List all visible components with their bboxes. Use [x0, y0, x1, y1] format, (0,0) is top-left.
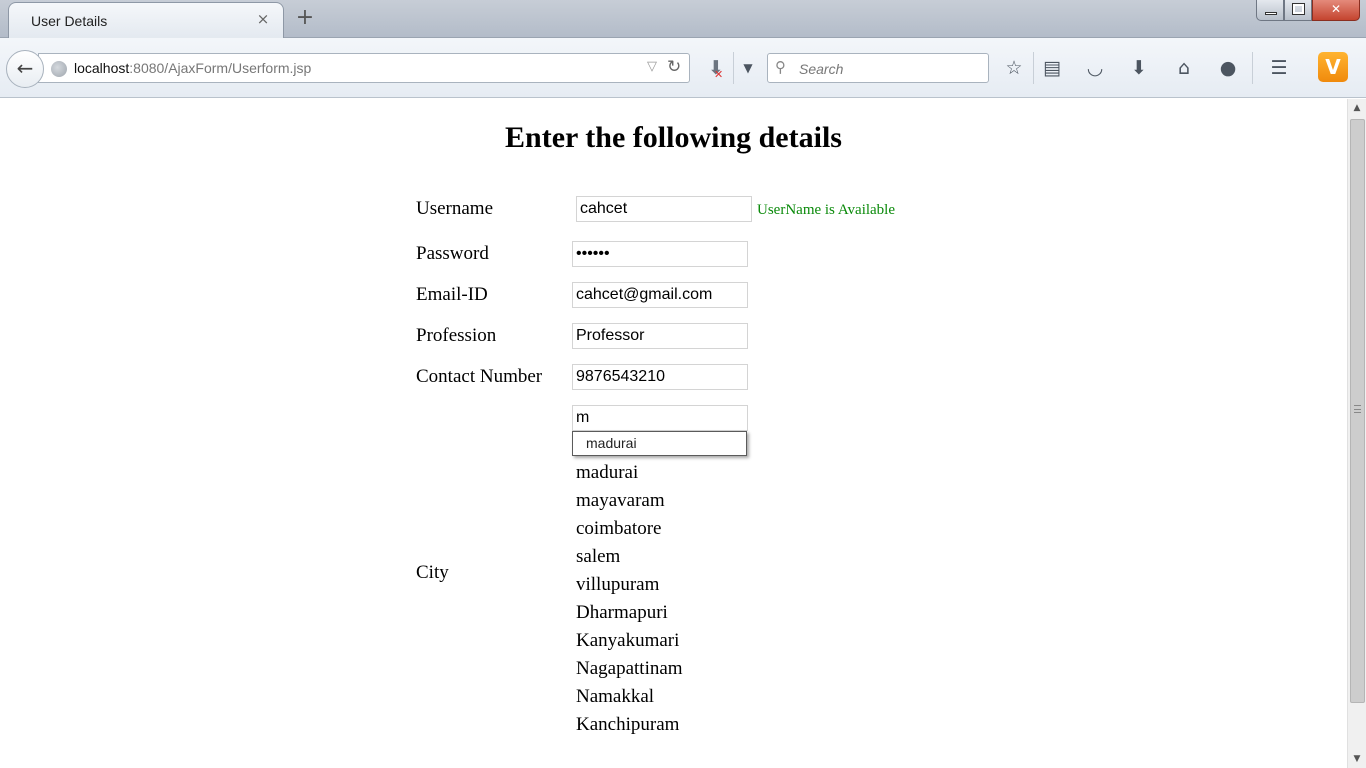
city-list-item[interactable]: Kanchipuram [576, 714, 683, 742]
toolbar-separator [1252, 52, 1253, 84]
url-text[interactable]: localhost:8080/AjaxForm/Userform.jsp [74, 60, 311, 76]
globe-icon [51, 61, 67, 77]
reload-icon[interactable]: ↻ [667, 57, 681, 77]
maximize-button[interactable] [1284, 0, 1312, 21]
password-label: Password [416, 243, 489, 264]
chat-icon[interactable]: ● [1215, 56, 1241, 80]
city-list-item[interactable]: coimbatore [576, 518, 683, 546]
tab-title: User Details [31, 13, 108, 29]
password-field[interactable]: •••••• [572, 241, 748, 267]
home-icon[interactable]: ⌂ [1171, 56, 1197, 80]
window-titlebar: User Details × + ✕ [0, 0, 1366, 39]
menu-icon[interactable]: ☰ [1266, 56, 1292, 80]
city-list-item[interactable]: madurai [576, 462, 683, 490]
city-list-item[interactable]: Namakkal [576, 686, 683, 714]
scrollbar-thumb[interactable] [1350, 119, 1365, 703]
page-title: Enter the following details [505, 121, 842, 154]
city-list-item[interactable]: Nagapattinam [576, 658, 683, 686]
city-list-item[interactable]: villupuram [576, 574, 683, 602]
username-label: Username [416, 198, 494, 219]
city-field[interactable]: m [572, 405, 748, 431]
email-field[interactable]: cahcet@gmail.com [572, 282, 748, 308]
scroll-down-arrow-icon[interactable]: ▼ [1348, 750, 1366, 768]
page-content: Enter the following details Username cah… [0, 99, 1347, 768]
url-history-dropdown-icon[interactable]: ▽ [647, 59, 657, 74]
contact-number-field[interactable]: 9876543210 [572, 364, 748, 390]
city-list-item[interactable]: Dharmapuri [576, 602, 683, 630]
search-input[interactable]: Search [799, 61, 843, 77]
bookmark-star-icon[interactable]: ☆ [1001, 56, 1027, 80]
url-host: localhost [74, 60, 130, 76]
city-label: City [416, 562, 449, 583]
tab-close-icon[interactable]: × [255, 11, 271, 27]
profession-label: Profession [416, 325, 497, 346]
email-label: Email-ID [416, 284, 488, 305]
toolbar-separator [733, 52, 734, 84]
url-bar[interactable]: localhost:8080/AjaxForm/Userform.jsp ▽ ↻ [38, 53, 690, 83]
vertical-scrollbar[interactable]: ▲ ▼ [1347, 99, 1366, 768]
close-icon: ✕ [1330, 2, 1342, 16]
back-arrow-icon: ← [16, 56, 34, 80]
city-suggestion-list: madurai mayavaram coimbatore salem villu… [576, 462, 683, 742]
minimize-icon [1265, 12, 1277, 15]
url-path: :8080/AjaxForm/Userform.jsp [129, 60, 312, 76]
city-list-item[interactable]: salem [576, 546, 683, 574]
download-icon[interactable]: ⬇ [1126, 56, 1152, 80]
window-controls: ✕ [1256, 0, 1360, 22]
search-bar[interactable]: ⚲ Search [767, 53, 989, 83]
username-status-message: UserName is Available [757, 202, 896, 218]
close-window-button[interactable]: ✕ [1312, 0, 1360, 21]
city-list-item[interactable]: mayavaram [576, 490, 683, 518]
scrollbar-grip-icon [1354, 405, 1361, 413]
search-icon: ⚲ [775, 58, 786, 76]
addon-dropdown-icon[interactable]: ▼ [735, 56, 761, 80]
restore-icon [1292, 3, 1305, 15]
toolbar-separator [1033, 52, 1034, 84]
contact-number-label: Contact Number [416, 366, 543, 387]
scroll-up-arrow-icon[interactable]: ▲ [1348, 99, 1366, 117]
back-button[interactable]: ← [6, 50, 44, 88]
reading-list-icon[interactable]: ▤ [1039, 56, 1065, 80]
username-field[interactable]: cahcet [576, 196, 752, 222]
vivaldi-icon[interactable]: V [1318, 52, 1348, 82]
city-list-item[interactable]: Kanyakumari [576, 630, 683, 658]
tab-user-details[interactable]: User Details × [8, 2, 284, 39]
minimize-button[interactable] [1256, 0, 1284, 21]
city-autocomplete-suggestion[interactable]: madurai [572, 431, 747, 456]
addon-disabled-badge-icon: ✕ [714, 68, 724, 81]
navigation-toolbar: localhost:8080/AjaxForm/Userform.jsp ▽ ↻… [0, 38, 1366, 98]
profession-field[interactable]: Professor [572, 323, 748, 349]
new-tab-button[interactable]: + [294, 7, 316, 29]
pocket-icon[interactable]: ◡ [1082, 56, 1108, 80]
